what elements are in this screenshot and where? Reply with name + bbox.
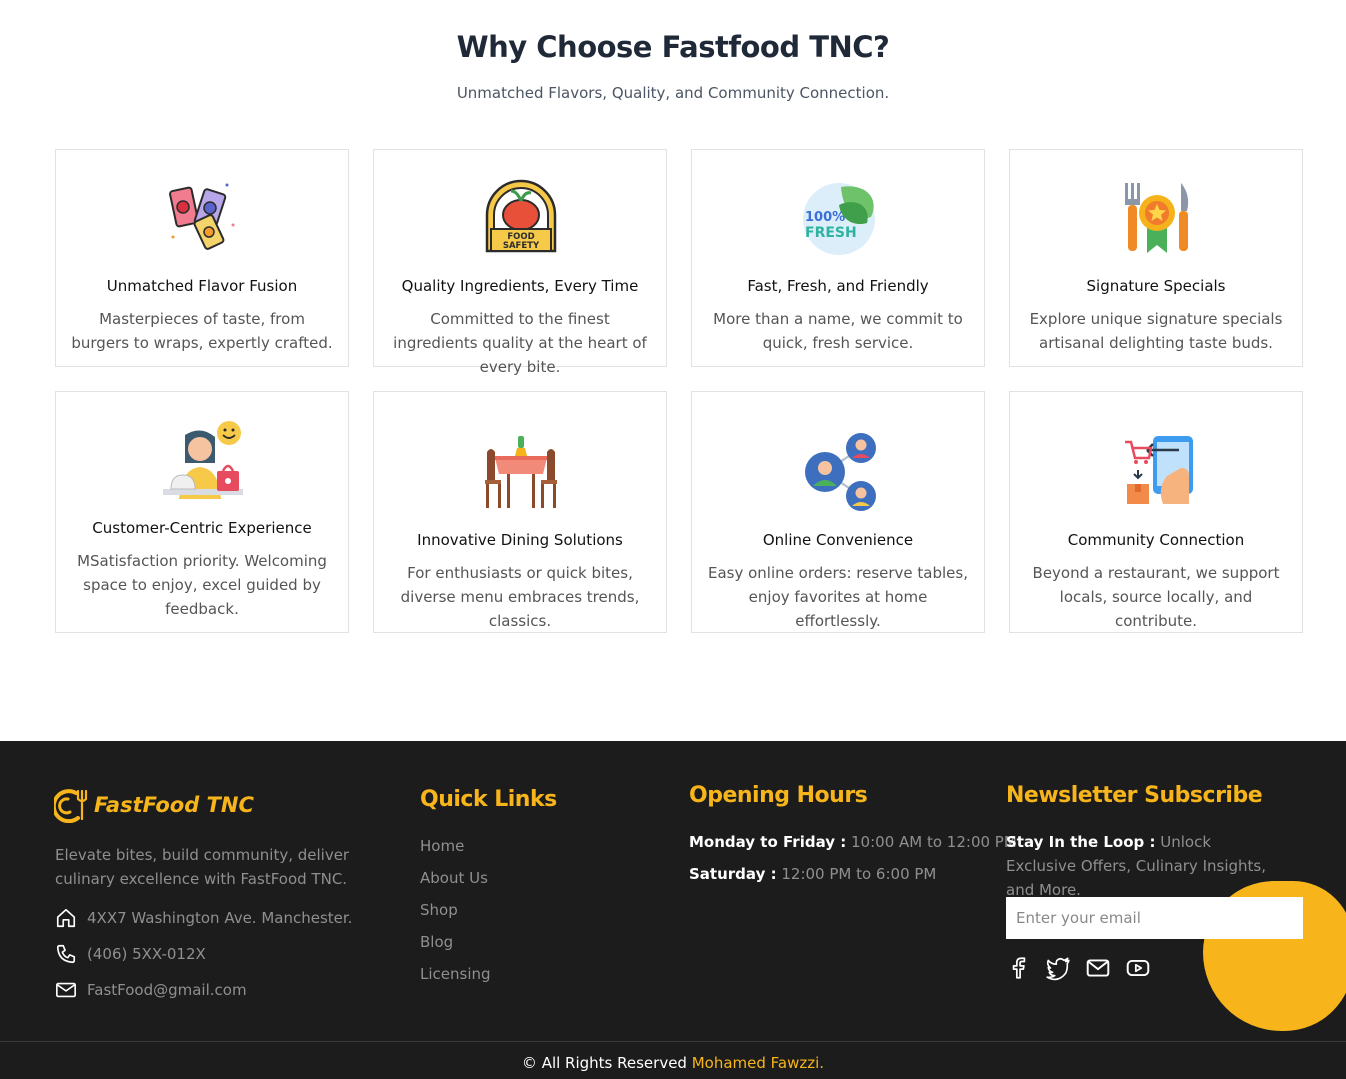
feature-card: Innovative Dining Solutions For enthusia… <box>373 391 667 633</box>
customer-service-icon <box>163 421 243 499</box>
card-title: Customer-Centric Experience <box>92 519 312 537</box>
copyright-prefix: © All Rights Reserved <box>521 1054 687 1072</box>
card-title: Innovative Dining Solutions <box>417 531 623 549</box>
logo-icon <box>54 789 88 823</box>
footer-link-home[interactable]: Home <box>420 837 464 855</box>
address-text: 4XX7 Washington Ave. Manchester. <box>87 909 353 927</box>
svg-text:SAFETY: SAFETY <box>503 241 540 251</box>
card-title: Quality Ingredients, Every Time <box>401 277 639 295</box>
footer-link-licensing[interactable]: Licensing <box>420 965 491 983</box>
footer-divider <box>0 1041 1346 1042</box>
contact-email[interactable]: FastFood@gmail.com <box>55 979 247 1001</box>
card-description: Committed to the finest ingredients qual… <box>393 310 647 376</box>
svg-text:FRESH: FRESH <box>805 225 857 241</box>
card-description: More than a name, we commit to quick, fr… <box>713 310 963 352</box>
newsletter-lead: Stay In the Loop : <box>1006 833 1156 851</box>
food-safety-icon: FOOD SAFETY <box>485 179 557 253</box>
footer-link-blog[interactable]: Blog <box>420 933 453 951</box>
contact-address: 4XX7 Washington Ave. Manchester. <box>55 907 352 929</box>
quick-links-heading: Quick Links <box>420 787 557 812</box>
card-title: Fast, Fresh, and Friendly <box>747 277 929 295</box>
card-description: MSatisfaction priority. Welcoming space … <box>77 552 327 618</box>
svg-text:100%: 100% <box>805 210 845 225</box>
card-description: For enthusiasts or quick bites, diverse … <box>400 564 640 630</box>
network-users-icon <box>805 433 876 511</box>
feature-card: Customer-Centric Experience MSatisfactio… <box>55 391 349 633</box>
feature-card: Signature Specials Explore unique signat… <box>1009 149 1303 367</box>
copyright: © All Rights Reserved Mohamed Fawzzi. <box>0 1054 1346 1072</box>
email-text: FastFood@gmail.com <box>87 981 247 999</box>
email-link[interactable] <box>1085 955 1111 981</box>
fresh-badge-icon: 100% FRESH <box>803 183 875 255</box>
feature-card: Community Connection Beyond a restaurant… <box>1009 391 1303 633</box>
feature-card: Unmatched Flavor Fusion Masterpieces of … <box>55 149 349 367</box>
phone-text: (406) 5XX-012X <box>87 945 206 963</box>
card-description: Beyond a restaurant, we support locals, … <box>1032 564 1280 630</box>
card-description: Masterpieces of taste, from burgers to w… <box>71 310 333 352</box>
mail-icon <box>56 982 76 998</box>
twitter-link[interactable] <box>1045 955 1071 981</box>
hours-days: Monday to Friday : <box>689 833 847 851</box>
feature-card: Online Convenience Easy online orders: r… <box>691 391 985 633</box>
phone-icon <box>56 944 76 964</box>
hours-time: 10:00 AM to 12:00 PM <box>851 833 1017 851</box>
dining-table-icon <box>485 436 557 508</box>
copyright-author[interactable]: Mohamed Fawzzi. <box>692 1054 824 1072</box>
card-title: Signature Specials <box>1086 277 1226 295</box>
twitter-icon <box>1046 957 1070 981</box>
card-description: Explore unique signature specials artisa… <box>1029 310 1283 352</box>
site-footer: FastFood TNC Elevate bites, build commun… <box>0 741 1346 1079</box>
section-subtitle: Unmatched Flavors, Quality, and Communit… <box>456 84 890 102</box>
feature-card: FOOD SAFETY Quality Ingredients, Every T… <box>373 149 667 376</box>
home-icon <box>56 908 76 928</box>
mail-icon <box>1086 959 1110 977</box>
card-title: Unmatched Flavor Fusion <box>106 277 298 295</box>
footer-link-about[interactable]: About Us <box>420 869 488 887</box>
hours-days: Saturday : <box>689 865 777 883</box>
hours-time: 12:00 PM to 6:00 PM <box>781 865 937 883</box>
newsletter-heading: Newsletter Subscribe <box>1006 783 1263 808</box>
footer-link-shop[interactable]: Shop <box>420 901 458 919</box>
section-title: Why Choose Fastfood TNC? <box>456 30 890 64</box>
youtube-icon <box>1126 959 1150 977</box>
card-title: Community Connection <box>1067 531 1245 549</box>
newsletter-text: Stay In the Loop : Unlock Exclusive Offe… <box>1006 830 1276 902</box>
footer-description: Elevate bites, build community, deliver … <box>55 846 350 888</box>
brand-name: FastFood TNC <box>94 793 254 817</box>
facebook-icon <box>1012 957 1026 979</box>
hours-saturday: Saturday : 12:00 PM to 6:00 PM <box>689 865 936 883</box>
card-description: Easy online orders: reserve tables, enjo… <box>707 564 968 630</box>
hours-weekdays: Monday to Friday : 10:00 AM to 12:00 PM <box>689 833 1017 851</box>
feature-card: 100% FRESH Fast, Fresh, and Friendly Mor… <box>691 149 985 367</box>
card-title: Online Convenience <box>762 531 914 549</box>
newsletter-email-input[interactable] <box>1006 897 1303 939</box>
youtube-link[interactable] <box>1125 955 1151 981</box>
award-cutlery-icon <box>1125 183 1189 253</box>
contact-phone[interactable]: (406) 5XX-012X <box>55 943 206 965</box>
opening-hours-heading: Opening Hours <box>689 783 868 808</box>
facebook-link[interactable] <box>1006 955 1032 981</box>
footer-logo[interactable]: FastFood TNC <box>54 787 254 823</box>
mobile-order-icon <box>1125 436 1193 504</box>
snack-packs-icon <box>169 183 235 250</box>
why-choose-section: Why Choose Fastfood TNC? Unmatched Flavo… <box>0 0 1346 741</box>
